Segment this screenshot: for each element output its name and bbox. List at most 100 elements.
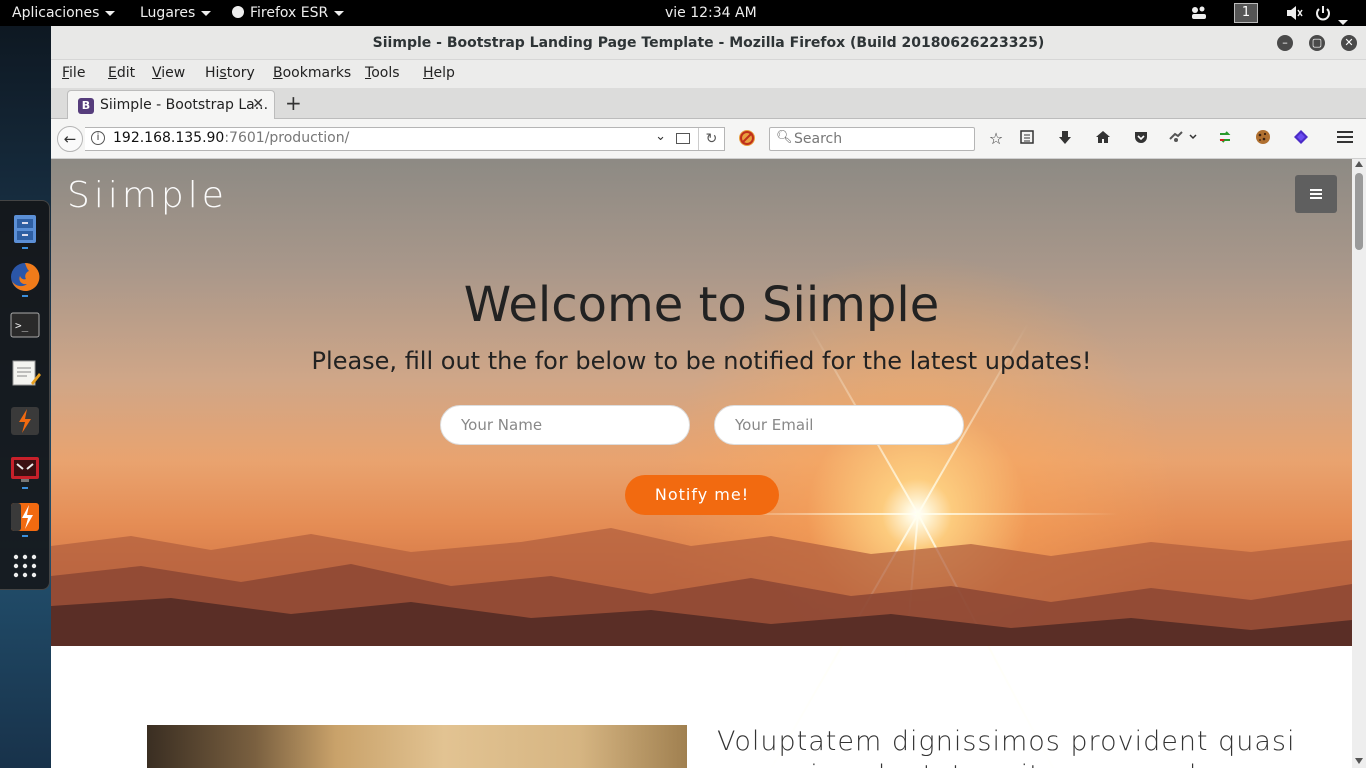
places-menu[interactable]: Lugares [140,0,212,26]
pocket-icon[interactable] [1131,129,1151,150]
navbar-toggle-button[interactable] [1295,175,1337,213]
burp-suite-icon[interactable] [9,405,41,437]
url-bar[interactable]: i 192.168.135.90:7601/production/ ⌄ ↻ [85,127,725,151]
proxy-switcher-icon[interactable] [1167,129,1201,150]
url-text: 192.168.135.90:7601/production/ [113,130,349,146]
toggle-bar [1310,189,1322,191]
menu-edit-accesskey: E [108,65,117,81]
email-input[interactable]: Your Email [714,405,964,445]
accessibility-icon[interactable] [1190,0,1208,26]
menu-view-accesskey: V [152,65,162,81]
menu-file-label: ile [69,65,86,81]
app-menu[interactable]: Firefox ESR [232,0,345,26]
running-indicator [22,295,28,297]
menu-help-label: elp [433,65,455,81]
text-editor-icon[interactable] [9,357,41,389]
reader-view-icon[interactable] [676,133,690,144]
clock-label: vie 12:34 AM [665,5,757,21]
menu-view[interactable]: View [152,65,185,81]
back-button[interactable]: ← [57,126,83,152]
bootstrap-favicon-icon: B [78,98,94,114]
new-tab-button[interactable]: + [285,91,302,115]
menu-file[interactable]: File [62,65,85,81]
search-icon: 🔍︎ [776,130,793,145]
bookmark-star-icon[interactable]: ☆ [986,129,1006,149]
scroll-down-icon[interactable] [1355,758,1363,764]
navigation-toolbar: i 192.168.135.90:7601/production/ ⌄ ↻ ← … [51,119,1366,159]
url-history-chevron-down-icon[interactable]: ⌄ [655,129,666,144]
applications-chevron-down-icon [105,10,116,16]
tab-siimple[interactable]: B Siimple - Bootstrap La... ✕ [67,90,275,120]
app-menu-chevron-down-icon [334,10,345,16]
page-viewport: Siimple Welcome to Siimple Please, fill … [51,159,1352,768]
home-icon[interactable] [1093,129,1113,150]
wappalyzer-icon[interactable] [1291,129,1311,150]
workspace-indicator[interactable]: 1 [1234,3,1258,23]
menu-edit-label: dit [116,65,136,81]
gnome-top-bar: Aplicaciones Lugares Firefox ESR vie 12:… [0,0,1366,26]
running-indicator [22,535,28,537]
remote-desktop-icon[interactable] [9,453,41,485]
window-titlebar[interactable]: Siimple - Bootstrap Landing Page Templat… [51,26,1366,60]
menu-bar: File Edit View History Bookmarks Tools H… [51,60,1366,88]
tab-title: Siimple - Bootstrap La... [100,97,269,113]
menu-help[interactable]: Help [423,65,455,81]
menu-bookmarks[interactable]: Bookmarks [273,65,351,81]
tab-strip: B Siimple - Bootstrap La... ✕ + [51,88,1366,120]
hero-title: Welcome to Siimple [463,277,940,333]
mountain-silhouette [51,528,1352,646]
tab-close-icon[interactable]: ✕ [252,96,264,112]
menu-history-label: tory [226,65,255,81]
firefox-small-icon [232,6,244,18]
menu-edit[interactable]: Edit [108,65,135,81]
menu-history-prefix: Hi [205,65,220,81]
minimize-button[interactable]: – [1277,35,1293,51]
scroll-up-icon[interactable] [1355,161,1363,167]
toggle-bar [1310,193,1322,195]
running-indicator [22,487,28,489]
terminal-icon[interactable]: >_ [9,309,41,341]
running-indicator [22,247,28,249]
maximize-button[interactable]: ▢ [1309,35,1325,51]
scroll-thumb[interactable] [1355,173,1363,250]
notify-button[interactable]: Notify me! [625,475,779,515]
applications-label: Aplicaciones [12,5,100,21]
file-cabinet-icon[interactable] [9,213,41,245]
menu-help-accesskey: H [423,65,434,81]
url-host: 192.168.135.90 [113,130,225,146]
downloads-icon[interactable] [1055,129,1075,150]
clock[interactable]: vie 12:34 AM [665,0,757,26]
show-apps-icon[interactable] [9,549,41,581]
burp-suite-free-icon[interactable] [9,501,41,533]
addon-blocker-icon[interactable] [737,129,757,152]
brand-logo[interactable]: Siimple [67,175,228,216]
menu-bookmarks-accesskey: B [273,65,283,81]
firefox-window: Siimple - Bootstrap Landing Page Templat… [51,26,1366,768]
places-chevron-down-icon [201,10,212,16]
close-window-button[interactable]: ✕ [1341,35,1357,51]
menu-history-accesskey: s [219,65,227,81]
hamburger-menu-icon[interactable] [1335,129,1355,150]
volume-muted-icon[interactable] [1285,0,1303,26]
site-info-icon[interactable]: i [91,131,105,145]
name-input[interactable]: Your Name [440,405,690,445]
menu-view-label: iew [161,65,186,81]
page-scrollbar[interactable] [1352,159,1366,768]
places-label: Lugares [140,5,196,21]
user-agent-switcher-icon[interactable] [1215,129,1235,150]
search-placeholder: Search [794,131,843,147]
reload-icon[interactable]: ↻ [698,128,724,150]
section-heading: Voluptatem dignissimos provident quasi c… [717,726,1296,768]
firefox-icon[interactable] [9,261,41,293]
menu-history[interactable]: History [205,65,255,81]
cookie-manager-icon[interactable] [1253,129,1273,150]
url-path: :7601/production/ [224,130,350,146]
dash-dock: >_ [0,200,50,590]
menu-tools[interactable]: Tools [365,65,400,81]
power-icon[interactable] [1314,0,1348,26]
reading-list-icon[interactable] [1017,129,1037,150]
app-menu-label: Firefox ESR [250,5,329,21]
search-bar[interactable]: 🔍︎ Search [769,127,975,151]
toggle-bar [1310,197,1322,199]
applications-menu[interactable]: Aplicaciones [12,0,116,26]
